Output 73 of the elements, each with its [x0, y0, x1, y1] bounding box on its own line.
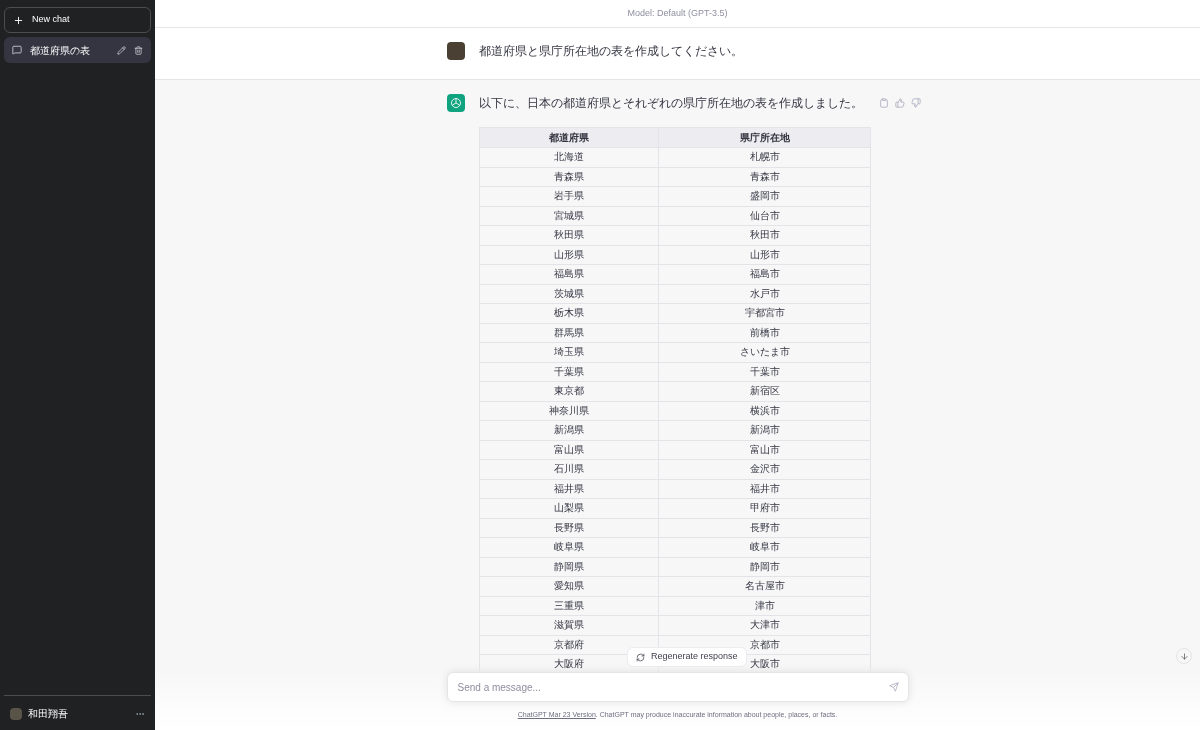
- table-cell: 栃木県: [479, 303, 659, 323]
- table-cell: 福島市: [658, 264, 871, 284]
- table-cell: 山形市: [658, 245, 871, 265]
- message-text: 都道府県と県庁所在地の表を作成してください。: [479, 43, 743, 60]
- copy-icon[interactable]: [879, 98, 889, 108]
- table-cell: 青森県: [479, 167, 659, 187]
- table-cell: 盛岡市: [658, 186, 871, 206]
- table-cell: 福井県: [479, 479, 659, 499]
- table-cell: 秋田県: [479, 225, 659, 245]
- table-cell: 名古屋市: [658, 576, 871, 596]
- table-cell: 仙台市: [658, 206, 871, 226]
- table-cell: 神奈川県: [479, 401, 659, 421]
- table-cell: 宇都宮市: [658, 303, 871, 323]
- conversation-item[interactable]: 都道府県の表: [4, 37, 151, 63]
- table-cell: 滋賀県: [479, 615, 659, 635]
- table-cell: 茨城県: [479, 284, 659, 304]
- column-header: 県庁所在地: [658, 127, 871, 148]
- delete-icon[interactable]: [134, 45, 143, 55]
- table-cell: 金沢市: [658, 459, 871, 479]
- table-cell: さいたま市: [658, 342, 871, 362]
- table-cell: 福島県: [479, 264, 659, 284]
- table-cell: 北海道: [479, 147, 659, 167]
- refresh-icon: [636, 652, 645, 662]
- table-cell: 富山県: [479, 440, 659, 460]
- table-cell: 水戸市: [658, 284, 871, 304]
- table-cell: 千葉県: [479, 362, 659, 382]
- model-label: Model: Default (GPT-3.5): [627, 6, 728, 20]
- table-cell: 東京都: [479, 381, 659, 401]
- table-cell: 埼玉県: [479, 342, 659, 362]
- table-cell: 岩手県: [479, 186, 659, 206]
- column-header: 都道府県: [479, 127, 659, 148]
- table-cell: 新潟市: [658, 420, 871, 440]
- message-input[interactable]: Send a message...: [446, 672, 909, 702]
- table-cell: 岐阜市: [658, 537, 871, 557]
- message-text: 以下に、日本の都道府県とそれぞれの県庁所在地の表を作成しました。: [479, 95, 864, 112]
- table-cell: 新潟県: [479, 420, 659, 440]
- regenerate-button[interactable]: Regenerate response: [627, 647, 747, 667]
- table-cell: 石川県: [479, 459, 659, 479]
- table-cell: 愛知県: [479, 576, 659, 596]
- table-cell: 新宿区: [658, 381, 871, 401]
- user-avatar: [10, 707, 22, 720]
- send-icon[interactable]: [888, 682, 899, 692]
- new-chat-button[interactable]: New chat: [4, 7, 151, 33]
- table-cell: 岐阜県: [479, 537, 659, 557]
- user-avatar: [447, 42, 465, 60]
- table-cell: 青森市: [658, 167, 871, 187]
- table-cell: 長野県: [479, 518, 659, 538]
- table-cell: 秋田市: [658, 225, 871, 245]
- arrow-down-icon: [1179, 651, 1189, 661]
- table-cell: 三重県: [479, 596, 659, 616]
- table-cell: 千葉市: [658, 362, 871, 382]
- table-cell: 宮城県: [479, 206, 659, 226]
- table-cell: 札幌市: [658, 147, 871, 167]
- thumbs-up-icon[interactable]: [895, 98, 905, 108]
- table-cell: 山形県: [479, 245, 659, 265]
- table-cell: 群馬県: [479, 323, 659, 343]
- chat-bubble-icon: [12, 45, 22, 55]
- table-cell: 大津市: [658, 615, 871, 635]
- table-cell: 横浜市: [658, 401, 871, 421]
- table-cell: 静岡県: [479, 557, 659, 577]
- table-cell: 静岡市: [658, 557, 871, 577]
- thumbs-down-icon[interactable]: [911, 98, 921, 108]
- table-cell: 長野市: [658, 518, 871, 538]
- table-cell: 山梨県: [479, 498, 659, 518]
- plus-icon: [13, 14, 24, 26]
- table-cell: 前橋市: [658, 323, 871, 343]
- table-cell: 甲府市: [658, 498, 871, 518]
- table-cell: 福井市: [658, 479, 871, 499]
- table-cell: 津市: [658, 596, 871, 616]
- user-name[interactable]: 和田翔吾: [28, 706, 129, 721]
- edit-icon[interactable]: [117, 45, 126, 55]
- table-cell: 富山市: [658, 440, 871, 460]
- scroll-down-button[interactable]: [1176, 648, 1192, 664]
